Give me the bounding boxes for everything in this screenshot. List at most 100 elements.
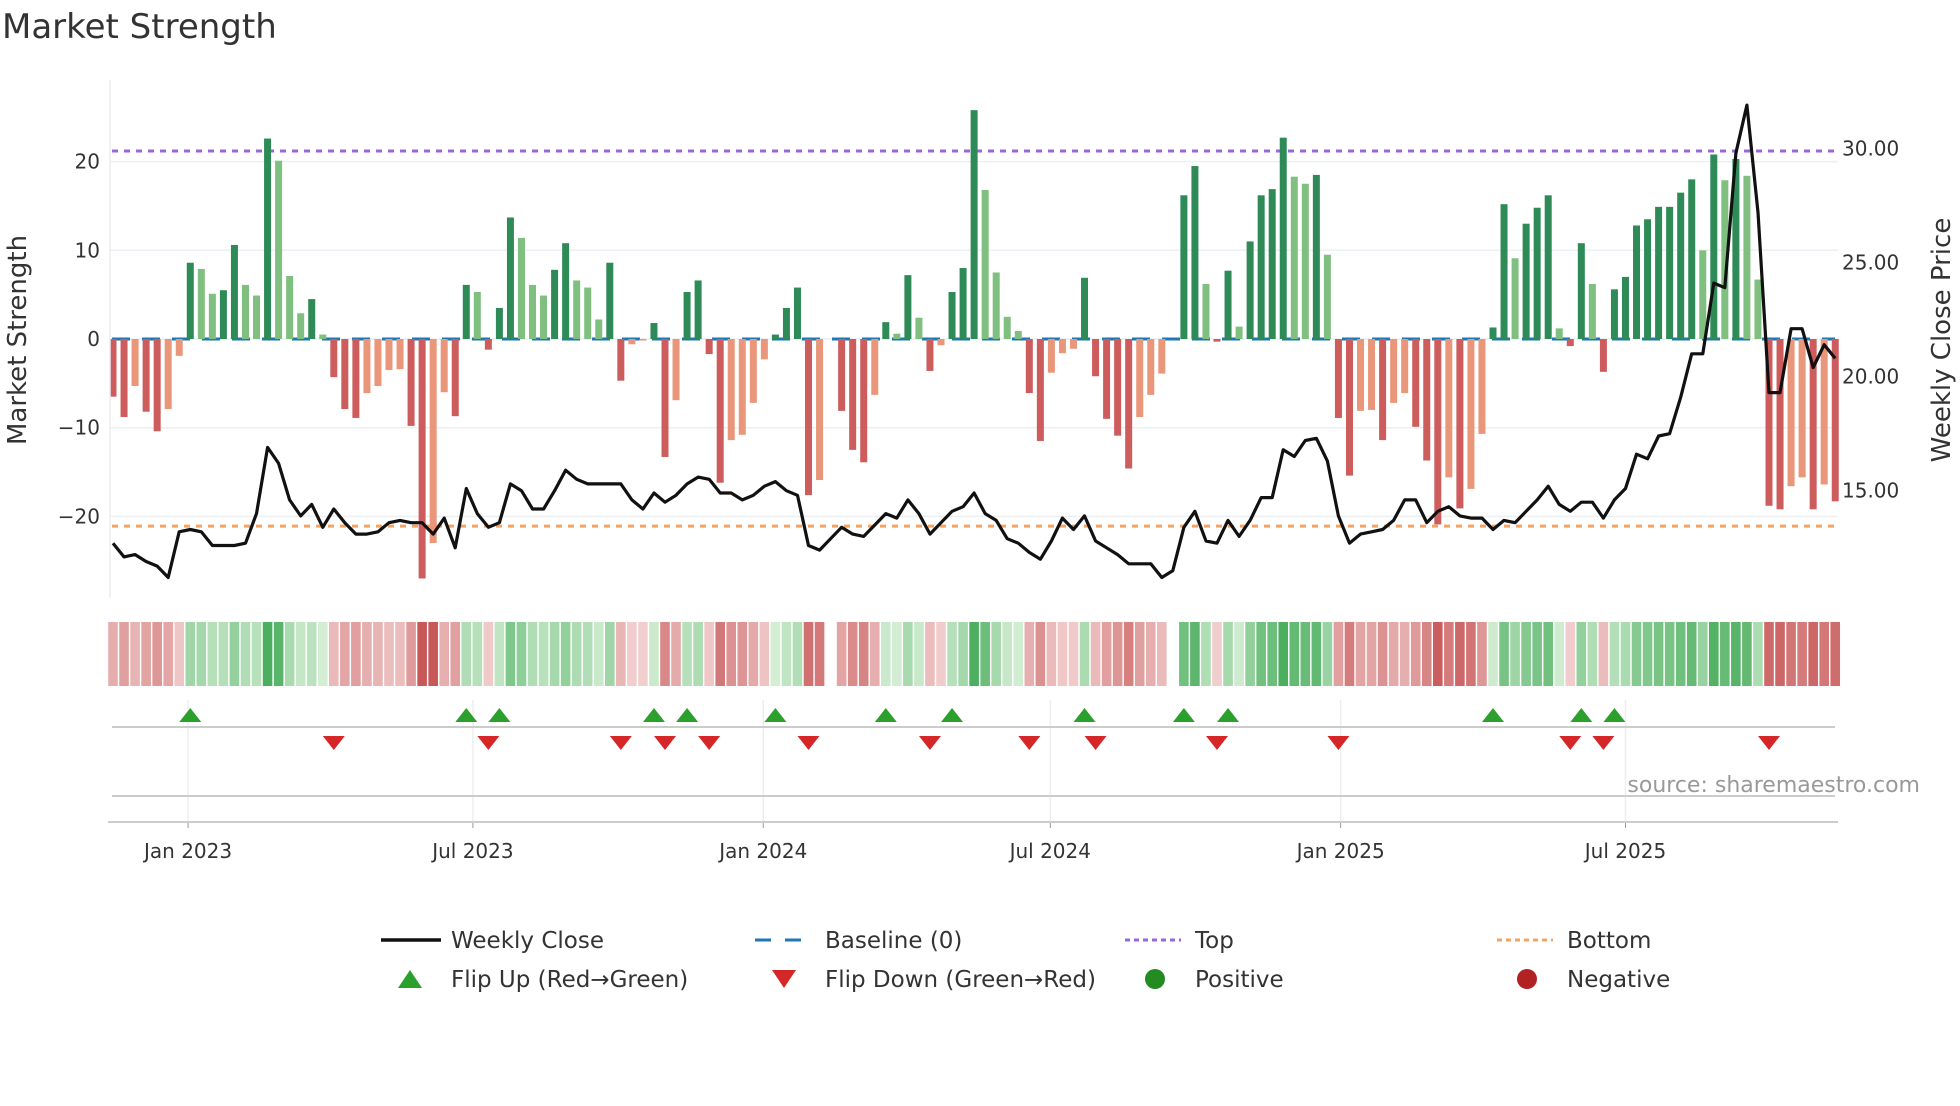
- positive-bar: [959, 268, 967, 339]
- chart-title: Market Strength: [2, 7, 277, 47]
- negative-bar: [1334, 339, 1342, 418]
- positive-bar: [771, 334, 779, 339]
- positive-bar: [540, 295, 548, 339]
- legend-flip-up-icon: [398, 970, 422, 988]
- strip-cell-positive: [1267, 622, 1277, 686]
- positive-bar: [1257, 195, 1265, 339]
- strip-cell-negative: [869, 622, 880, 686]
- strip-cell-negative: [1046, 622, 1057, 686]
- negative-bar: [1456, 339, 1464, 509]
- strip-cell-negative: [1068, 622, 1079, 686]
- positive-bar: [319, 334, 327, 339]
- strip-cell-positive: [1499, 622, 1509, 686]
- strip-cell-negative: [836, 622, 847, 686]
- negative-bar: [131, 339, 139, 387]
- strip-cell-positive: [903, 622, 913, 686]
- strip-cell-positive: [693, 622, 703, 686]
- legend-label-bottom: Bottom: [1567, 928, 1651, 954]
- strip-cell-positive: [958, 622, 968, 686]
- legend-label-weekly-close: Weekly Close: [451, 928, 604, 954]
- legend: Weekly Close Baseline (0) Top Bottom Flip Up…: [381, 928, 1670, 993]
- market-strength-chart: Market Strength 20 10 0 −10 −20 30.00 25.00 20.…: [2, 7, 1957, 993]
- negative-bar: [352, 339, 360, 418]
- negative-bar: [407, 339, 415, 426]
- flip-up-marker: [941, 708, 964, 722]
- positive-bar: [1522, 223, 1530, 339]
- negative-bar: [1599, 339, 1607, 372]
- strip-cell-positive: [571, 622, 582, 686]
- y2-tick-label: 25.00: [1842, 251, 1899, 275]
- negative-bar: [1831, 339, 1839, 502]
- positive-bar: [683, 291, 691, 339]
- flip-down-marker: [609, 736, 632, 750]
- positive-bar: [186, 262, 194, 339]
- strip-cell-negative: [638, 622, 648, 686]
- positive-bar: [1180, 195, 1188, 339]
- negative-bar: [926, 339, 934, 371]
- positive-bar: [904, 275, 912, 339]
- strip-cell-positive: [538, 622, 549, 686]
- strip-cell-positive: [1322, 622, 1333, 686]
- negative-bar: [760, 339, 768, 360]
- negative-bar: [120, 339, 128, 418]
- negative-bar: [1058, 339, 1066, 354]
- strip-cell-positive: [1002, 622, 1013, 686]
- strip-cell-positive: [560, 622, 571, 686]
- negative-bar: [1401, 339, 1409, 394]
- flip-up-marker: [1482, 708, 1504, 722]
- strip-cell-negative: [671, 622, 681, 686]
- flip-down-marker: [1206, 736, 1228, 750]
- strip-cell-positive: [317, 622, 328, 686]
- strip-cell-negative: [152, 622, 162, 686]
- negative-bar: [440, 339, 448, 393]
- positive-bar: [1268, 189, 1276, 339]
- legend-label-flip-up-red-green: Flip Up (Red→Green): [451, 967, 688, 993]
- flip-down-marker: [477, 736, 500, 750]
- positive-bar: [573, 280, 581, 339]
- strip-cell-negative: [1444, 622, 1454, 686]
- legend-label-baseline-0: Baseline (0): [825, 928, 962, 954]
- negative-bar: [727, 339, 735, 441]
- strip-cell-positive: [1664, 622, 1675, 686]
- flip-down-marker: [918, 736, 941, 750]
- y2-tick-label: 20.00: [1842, 365, 1899, 389]
- negative-bar: [418, 339, 426, 579]
- y2-tick-label: 30.00: [1842, 136, 1899, 160]
- negative-bar: [142, 339, 150, 412]
- strip-cell-negative: [1477, 622, 1487, 686]
- y-tick-label: 20: [75, 150, 100, 174]
- strip-cell-negative: [925, 622, 935, 686]
- positive-bar: [1489, 327, 1497, 339]
- strip-cell-negative: [1598, 622, 1609, 686]
- positive-bar: [1290, 176, 1298, 339]
- negative-bar: [1467, 339, 1475, 489]
- strip-cell-positive: [1300, 622, 1311, 686]
- negative-bar: [363, 339, 371, 394]
- flip-up-marker: [488, 708, 511, 722]
- strip-cell-positive: [991, 622, 1001, 686]
- strip-cell-negative: [1112, 622, 1123, 686]
- strip-cell-negative: [1421, 622, 1432, 686]
- strip-cell-positive: [605, 622, 615, 686]
- positive-bar: [1677, 192, 1685, 339]
- positive-bar: [1246, 241, 1254, 339]
- strip-cell-negative: [406, 622, 416, 686]
- strip-cell-negative: [847, 622, 858, 686]
- strip-cell-positive: [1256, 622, 1266, 686]
- negative-bar: [374, 339, 382, 387]
- positive-bar: [275, 160, 283, 339]
- flip-down-marker: [1592, 736, 1615, 750]
- strip-cell-positive: [472, 622, 483, 686]
- strip-cell-positive: [1289, 622, 1300, 686]
- strip-cell-positive: [792, 622, 803, 686]
- strip-cell-positive: [1510, 622, 1520, 686]
- positive-bar: [1555, 328, 1563, 339]
- legend-flip-down-icon: [772, 970, 796, 988]
- strip-cell-negative: [108, 622, 118, 686]
- x-tick-label: Jan 2023: [142, 839, 232, 863]
- flip-up-marker: [676, 708, 699, 722]
- positive-bar: [1511, 258, 1519, 339]
- strip-cell-negative: [660, 622, 670, 686]
- strip-cell-negative: [1333, 622, 1344, 686]
- strip-cell-positive: [770, 622, 781, 686]
